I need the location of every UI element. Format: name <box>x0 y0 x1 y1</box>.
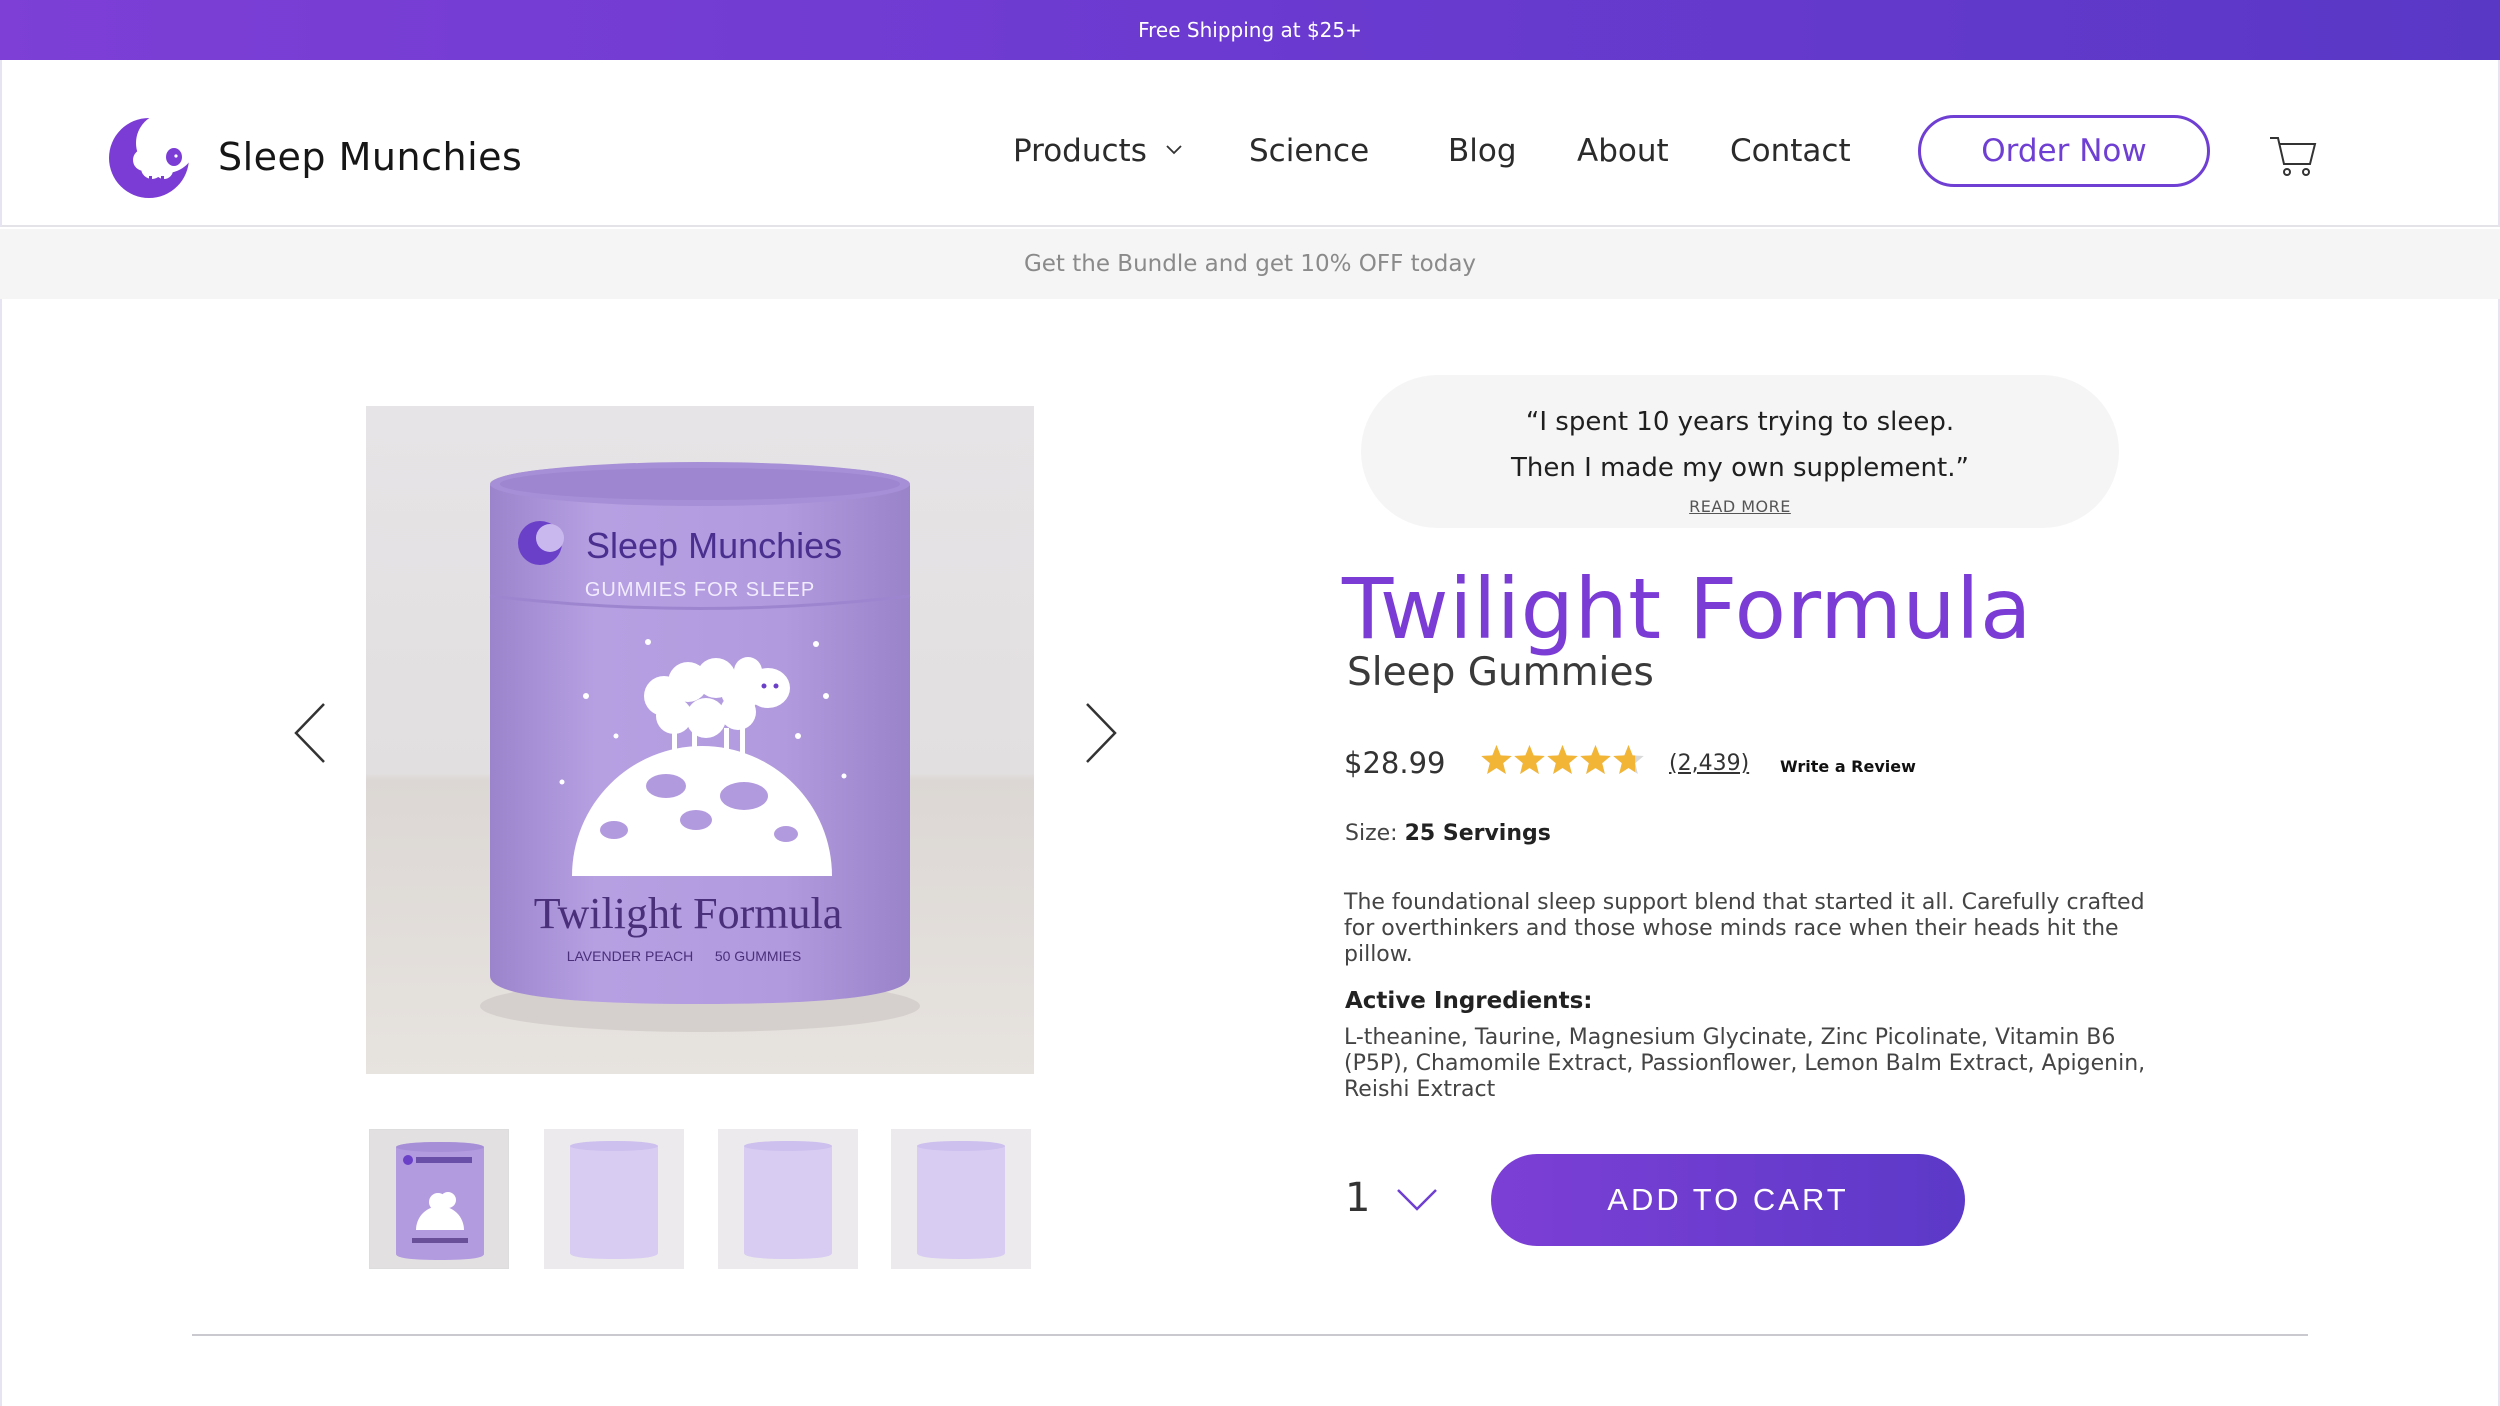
product-label-tagline: GUMMIES FOR SLEEP <box>585 579 815 601</box>
size-selector: Size: 25 Servings <box>1345 821 1551 846</box>
gallery-next-arrow-icon[interactable] <box>1081 700 1121 766</box>
write-review-link[interactable]: Write a Review <box>1780 757 1916 776</box>
nav-blog[interactable]: Blog <box>1448 133 1517 169</box>
nav-contact[interactable]: Contact <box>1730 133 1851 169</box>
star-rating[interactable] <box>1480 744 1646 778</box>
cart-icon[interactable] <box>2268 130 2318 180</box>
size-value: 25 Servings <box>1404 821 1551 846</box>
thumbnail-4[interactable] <box>891 1129 1031 1269</box>
ingredients-list: L-theanine, Taurine, Magnesium Glycinate… <box>1344 1025 2146 1102</box>
product-price: $28.99 <box>1344 746 1446 780</box>
product-subtitle: Sleep Gummies <box>1347 650 1654 695</box>
ingredients-heading: Active Ingredients: <box>1345 988 1593 1014</box>
nav-products[interactable]: Products <box>1013 133 1183 169</box>
nav-products-label: Products <box>1013 133 1147 169</box>
section-divider <box>192 1334 2308 1336</box>
product-label-brand: Sleep Munchies <box>586 525 842 566</box>
product-label-count: 50 GUMMIES <box>715 948 801 964</box>
bundle-promo-bar[interactable]: Get the Bundle and get 10% OFF today <box>0 229 2500 299</box>
site-header: Sleep Munchies Products Science Blog Abo… <box>0 60 2500 227</box>
product-description: The foundational sleep support blend tha… <box>1344 890 2145 967</box>
testimonial-line-1: “I spent 10 years trying to sleep. <box>1525 407 1955 437</box>
review-count-link[interactable]: (2,439) <box>1669 751 1749 776</box>
thumbnail-2[interactable] <box>544 1129 684 1269</box>
nav-about[interactable]: About <box>1577 133 1669 169</box>
quantity-value[interactable]: 1 <box>1345 1175 1370 1221</box>
star-icon <box>1547 745 1578 774</box>
chevron-down-icon <box>1166 144 1182 154</box>
sheep-moon-logo-icon[interactable] <box>108 113 190 199</box>
star-icon <box>1514 745 1545 774</box>
star-icon <box>1481 745 1512 774</box>
size-label: Size: <box>1345 821 1398 846</box>
quantity-chevron-down-icon[interactable] <box>1395 1185 1439 1213</box>
bundle-promo-text: Get the Bundle and get 10% OFF today <box>1023 251 1477 277</box>
top-banner: Free Shipping at $25+ <box>0 0 2500 60</box>
nav-science[interactable]: Science <box>1249 133 1369 169</box>
brand-name[interactable]: Sleep Munchies <box>218 135 522 179</box>
thumbnail-3[interactable] <box>718 1129 858 1269</box>
thumbnail-1[interactable] <box>369 1129 509 1269</box>
product-label-flavor: LAVENDER PEACH <box>567 948 694 964</box>
star-icon <box>1580 745 1611 774</box>
order-now-button[interactable]: Order Now <box>1918 115 2210 187</box>
product-label-name: Twilight Formula <box>534 889 843 938</box>
add-to-cart-button[interactable]: ADD TO CART <box>1491 1154 1965 1246</box>
free-shipping-text: Free Shipping at $25+ <box>1138 18 1362 42</box>
testimonial-line-2: Then I made my own supplement.” <box>1511 453 1969 483</box>
founder-testimonial: “I spent 10 years trying to sleep. Then … <box>1361 375 2119 528</box>
read-more-link[interactable]: READ MORE <box>1361 497 2119 516</box>
gallery-prev-arrow-icon[interactable] <box>290 700 330 766</box>
main-product-image[interactable]: Sleep Munchies GUMMIES FOR SLEEP Twiligh… <box>366 406 1034 1074</box>
product-title: Twilight Formula <box>1342 560 2032 658</box>
